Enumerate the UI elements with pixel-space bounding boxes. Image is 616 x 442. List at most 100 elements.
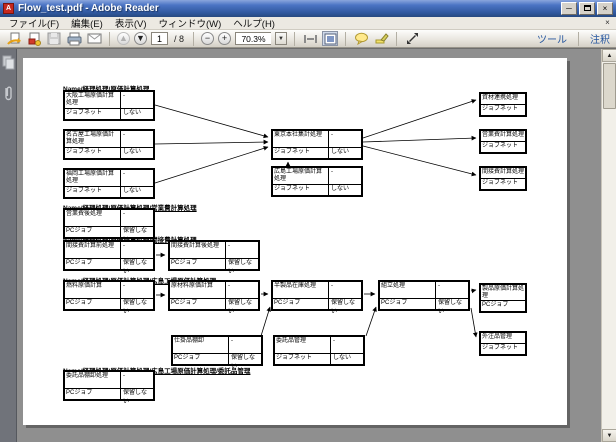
box-assembly-process: 組立処理-PCジョブ保留しない — [378, 280, 470, 311]
box-title: 広島工場原価計算処理 — [273, 168, 329, 184]
box-type: ジョブネット — [481, 105, 525, 115]
box-title-row: 広島工場原価計算処理- — [273, 168, 361, 185]
toolbar-separator — [396, 32, 397, 46]
zoom-out-button[interactable]: − — [201, 32, 214, 45]
reading-mode-button[interactable] — [404, 31, 420, 46]
box-type-row: ジョブネットしない — [65, 187, 153, 197]
box-indirect-cost-pre: 間接費計算前処理-PCジョブ保留しない — [63, 240, 155, 271]
box-title-row: 委託品棚卸処理- — [65, 372, 153, 389]
box-hold-status: 保留しない — [229, 354, 261, 364]
scrollbar-thumb[interactable] — [603, 63, 616, 109]
box-value: - — [226, 242, 258, 258]
page-count-label: / 8 — [172, 34, 186, 44]
box-type: PCジョブ — [65, 299, 121, 309]
menu-view[interactable]: 表示(V) — [110, 16, 152, 30]
comment-button[interactable] — [353, 31, 369, 46]
menu-file[interactable]: ファイル(F) — [4, 16, 64, 30]
box-title-row: 大阪工場原価計算処理- — [65, 92, 153, 109]
box-title-row: 営業費後処理- — [65, 210, 153, 227]
fit-page-button[interactable] — [322, 31, 338, 46]
toolbar-separator — [193, 32, 194, 46]
box-type-row: PCジョブ保留しない — [65, 259, 153, 269]
menu-bar: ファイル(F) 編集(E) 表示(V) ウィンドウ(W) ヘルプ(H) — [0, 17, 616, 30]
toolbar: ▲ ▼ / 8 − + 70.3% ▼ — [0, 30, 616, 48]
box-type: ジョブネット — [65, 148, 121, 158]
box-value: - — [436, 282, 468, 298]
box-hold-status: しない — [121, 148, 153, 158]
box-raw-material-cost-calc: 原材料原価計算-PCジョブ保留しない — [168, 280, 260, 311]
page-number-input[interactable] — [151, 32, 168, 45]
box-type-row: ジョブネットしない — [275, 354, 363, 364]
box-value: - — [329, 131, 361, 147]
box-type: ジョブネット — [65, 187, 121, 197]
scroll-up-icon[interactable]: ▲ — [602, 49, 616, 62]
box-indirect-expense-calc: 間接費計算処理ジョブネット — [479, 166, 527, 191]
box-hold-status: 保留しない — [121, 389, 153, 399]
box-fuel-cost-calc: 燃料原価計算-PCジョブ保留しない — [63, 280, 155, 311]
vertical-scrollbar[interactable]: ▲ ▼ — [601, 49, 616, 442]
box-type-row: PCジョブ保留しない — [273, 299, 361, 309]
box-type: PCジョブ — [380, 299, 436, 309]
save-button[interactable] — [46, 31, 62, 46]
box-value: - — [121, 210, 153, 226]
box-type: ジョブネット — [481, 344, 525, 354]
open-file-button[interactable] — [6, 31, 22, 46]
box-title: 東京本社集計処理 — [273, 131, 329, 147]
email-button[interactable] — [86, 31, 102, 46]
box-type: PCジョブ — [65, 259, 121, 269]
save-icon — [47, 32, 61, 45]
tools-panel-button[interactable]: ツール — [537, 31, 567, 46]
box-value: - — [121, 242, 153, 258]
menu-help[interactable]: ヘルプ(H) — [228, 16, 280, 30]
print-button[interactable] — [66, 31, 82, 46]
box-title-row: 燃料原価計算- — [65, 282, 153, 299]
box-type-row: ジョブネットしない — [65, 109, 153, 119]
box-title: 燃料原価計算 — [65, 282, 121, 298]
box-material-link: 資材連携処理ジョブネット — [479, 92, 527, 117]
fit-width-button[interactable] — [302, 31, 318, 46]
box-type: PCジョブ — [65, 389, 121, 399]
box-type-row: PCジョブ保留しない — [380, 299, 468, 309]
attachments-button[interactable] — [2, 86, 15, 101]
restore-button[interactable] — [579, 2, 595, 15]
toolbar-close-icon[interactable]: × — [602, 18, 613, 29]
box-wip-inventory: 仕掛品棚卸-PCジョブ保留しない — [171, 335, 263, 366]
box-hold-status: 保留しない — [226, 259, 258, 269]
toolbar-separator — [294, 32, 295, 46]
box-value: - — [229, 337, 261, 353]
comment-panel-button[interactable]: 注釈 — [590, 31, 610, 46]
box-title: 委託品管理 — [275, 337, 331, 353]
box-type: ジョブネット — [481, 142, 525, 152]
box-type: PCジョブ — [273, 299, 329, 309]
highlight-button[interactable] — [373, 31, 389, 46]
scroll-down-icon[interactable]: ▼ — [602, 429, 616, 442]
box-consignment-inventory: 委託品棚卸処理-PCジョブ保留しない — [63, 370, 155, 401]
menu-window[interactable]: ウィンドウ(W) — [153, 16, 226, 30]
box-sales-expense-post: 営業費後処理-PCジョブ保留しない — [63, 208, 155, 239]
previous-page-button[interactable]: ▲ — [117, 32, 130, 45]
next-page-button[interactable]: ▼ — [134, 32, 147, 45]
box-type: ジョブネット — [273, 185, 329, 195]
box-title: 仕掛品棚卸 — [173, 337, 229, 353]
box-type-row: ジョブネットしない — [65, 148, 153, 158]
box-value: - — [121, 282, 153, 298]
box-hold-status: 保留しない — [121, 259, 153, 269]
box-hold-status: 保留しない — [121, 227, 153, 237]
box-semi-product-stock: 半製品在庫処理-PCジョブ保留しない — [271, 280, 363, 311]
close-button[interactable]: × — [597, 2, 613, 15]
zoom-in-button[interactable]: + — [218, 32, 231, 45]
minimize-button[interactable]: ─ — [561, 2, 577, 15]
box-title: 資材連携処理 — [481, 94, 525, 105]
box-fukuoka-factory: 福岡工場原価計算処理-ジョブネットしない — [63, 168, 155, 199]
menu-edit[interactable]: 編集(E) — [66, 16, 108, 30]
box-sales-expense-calc: 営業費計算処理ジョブネット — [479, 129, 527, 154]
box-hold-status: しない — [121, 187, 153, 197]
box-title-row: 委託品管理- — [275, 337, 363, 354]
zoom-level-value[interactable]: 70.3% — [235, 32, 271, 45]
page-thumbnails-button[interactable] — [2, 55, 15, 70]
toolbar-separator — [345, 32, 346, 46]
fit-page-icon — [324, 33, 337, 45]
box-title: 営業費計算処理 — [481, 131, 525, 142]
zoom-dropdown-caret-icon[interactable]: ▼ — [275, 32, 287, 45]
create-pdf-button[interactable] — [26, 31, 42, 46]
